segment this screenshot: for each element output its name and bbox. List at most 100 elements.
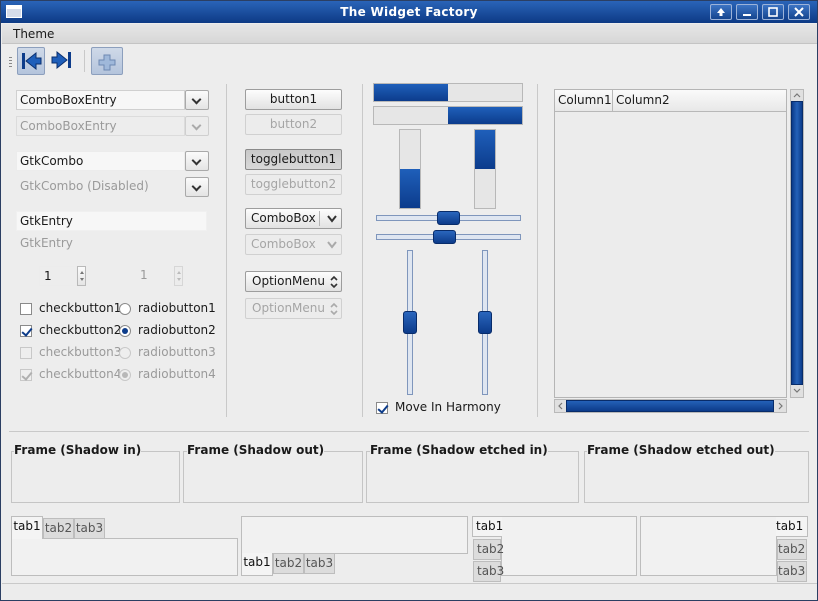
status-bar (2, 584, 817, 600)
radiobutton1[interactable] (119, 303, 131, 315)
horizontal-scrollbar-thumb[interactable] (566, 400, 774, 412)
title-bar[interactable]: The Widget Factory (1, 1, 817, 23)
checkbutton1[interactable] (20, 303, 32, 315)
goto-last-button[interactable] (49, 47, 77, 75)
scroll-left-icon (558, 402, 563, 410)
scale-h2-slider[interactable] (433, 230, 456, 244)
move-in-harmony-checkbox[interactable] (376, 402, 388, 414)
chevron-down-icon (327, 215, 337, 223)
notebook-top-tab1[interactable]: tab1 (11, 516, 43, 539)
goto-first-button[interactable] (17, 47, 45, 75)
scale-h1-slider[interactable] (437, 211, 460, 225)
column-separator-2 (362, 84, 363, 417)
combobox[interactable]: ComboBox (245, 208, 342, 229)
maximize-icon (768, 7, 778, 17)
progress-bar-h1 (373, 83, 523, 102)
scale-v1-slider[interactable] (403, 311, 417, 334)
progress-fill (400, 169, 420, 208)
radiobutton4-label: radiobutton4 (138, 367, 216, 381)
toolbar (2, 45, 817, 79)
comboboxentry-dropdown[interactable] (185, 90, 209, 110)
comboboxentry-field[interactable]: ComboBoxEntry (16, 90, 185, 110)
checkbutton1-label: checkbutton1 (39, 301, 122, 315)
chevron-down-icon (191, 155, 202, 166)
spin-button-disabled-field: 1 (140, 268, 148, 282)
scale-v2-slider[interactable] (478, 311, 492, 334)
minimize-button[interactable] (736, 4, 758, 20)
optionmenu[interactable]: OptionMenu (245, 271, 342, 292)
up-down-arrows-icon (330, 275, 338, 289)
notebook-right-tab1[interactable]: tab1 (776, 516, 808, 537)
notebook-left-tab2[interactable]: tab2 (473, 539, 504, 560)
goto-last-icon (51, 50, 71, 70)
progress-bar-v1 (399, 129, 421, 209)
tree-column-header-2[interactable]: Column2 (613, 90, 786, 112)
minimize-icon (743, 14, 751, 16)
togglebutton1[interactable]: togglebutton1 (245, 149, 342, 170)
combobox-divider (319, 211, 320, 226)
combobox-disabled-label: ComboBox (251, 237, 316, 251)
scroll-right-icon (778, 402, 783, 410)
add-icon (98, 54, 116, 71)
add-button[interactable] (91, 47, 123, 75)
frame-shadow-out (183, 451, 363, 503)
spin-button-field[interactable]: 1 (39, 266, 77, 286)
notebook-right-page (640, 516, 777, 576)
toolbar-grip[interactable] (9, 57, 12, 67)
togglebutton2: togglebutton2 (245, 174, 342, 195)
gtkcombo-field[interactable]: GtkCombo (16, 151, 185, 171)
notebook-bottom-tab1[interactable]: tab1 (241, 553, 273, 576)
section-separator (9, 431, 809, 432)
tree-view[interactable]: Column1 Column2 (554, 89, 787, 398)
horizontal-scrollbar[interactable] (554, 399, 787, 413)
spin-arrows-icon (177, 271, 181, 281)
close-button[interactable] (788, 4, 810, 20)
move-in-harmony-label: Move In Harmony (395, 400, 501, 414)
column-separator-3 (537, 84, 538, 417)
spin-arrows-icon (80, 271, 84, 281)
vertical-scrollbar[interactable] (790, 89, 804, 398)
button1[interactable]: button1 (245, 89, 342, 110)
checkbutton4-label: checkbutton4 (39, 367, 122, 381)
tree-column-header-1[interactable]: Column1 (555, 90, 613, 112)
progress-fill (448, 107, 522, 124)
optionmenu-disabled: OptionMenu (245, 298, 342, 319)
column-separator-1 (226, 84, 227, 417)
gtkcombo-dropdown[interactable] (185, 151, 209, 171)
menu-bar: Theme (2, 24, 817, 44)
spin-button-arrows[interactable] (77, 266, 86, 286)
checkbutton3-label: checkbutton3 (39, 345, 122, 359)
notebook-top-tab3[interactable]: tab3 (74, 518, 105, 539)
gtkentry-disabled-field: GtkEntry (20, 236, 73, 250)
menu-theme[interactable]: Theme (13, 27, 54, 41)
notebook-right-tab2[interactable]: tab2 (777, 539, 807, 560)
notebook-bottom-tab3[interactable]: tab3 (304, 553, 335, 574)
notebook-top-tab2[interactable]: tab2 (43, 518, 74, 539)
radiobutton4 (119, 369, 131, 381)
gtkcombo-disabled-dropdown (185, 177, 209, 197)
notebook-left-tab1[interactable]: tab1 (472, 516, 503, 537)
checkbutton4 (20, 369, 32, 381)
chevron-down-icon (191, 120, 202, 131)
optionmenu-disabled-label: OptionMenu (252, 301, 325, 315)
application-window: The Widget Factory Theme ComboBoxEntry C… (0, 0, 818, 601)
checkbutton2[interactable] (20, 325, 32, 337)
maximize-button[interactable] (762, 4, 784, 20)
gtkentry-field[interactable]: GtkEntry (16, 211, 207, 231)
notebook-left-page (501, 516, 637, 576)
combobox-label: ComboBox (251, 211, 316, 225)
notebook-right-tab3[interactable]: tab3 (777, 561, 807, 582)
optionmenu-label: OptionMenu (252, 274, 325, 288)
notebook-left-tab3[interactable]: tab3 (473, 561, 504, 582)
shade-button[interactable] (710, 4, 732, 20)
radiobutton2[interactable] (119, 325, 131, 337)
frame-shadow-etched-in-label: Frame (Shadow etched in) (370, 443, 548, 457)
up-down-arrows-icon (330, 302, 338, 316)
frame-shadow-etched-out (584, 451, 809, 503)
scroll-down-icon (793, 388, 801, 393)
vertical-scrollbar-thumb[interactable] (791, 101, 803, 385)
radiobutton3-label: radiobutton3 (138, 345, 216, 359)
goto-first-icon (22, 51, 42, 71)
notebook-bottom-tab2[interactable]: tab2 (273, 553, 304, 574)
progress-fill (374, 84, 448, 101)
